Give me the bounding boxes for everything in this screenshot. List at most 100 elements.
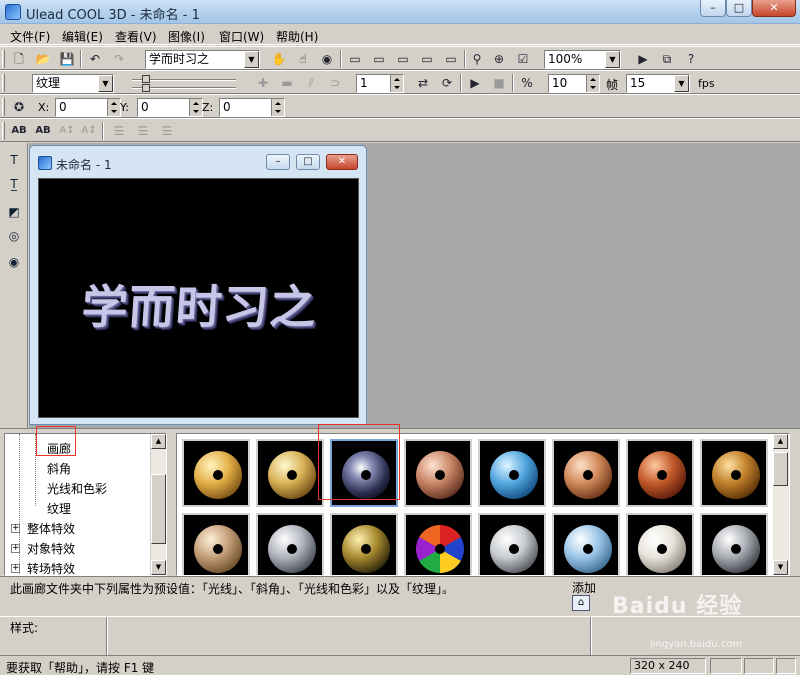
remove-icon[interactable]: ▬	[278, 74, 296, 92]
position-tool-icon[interactable]: ✪	[10, 98, 28, 116]
object-manager-icon[interactable]: ◉	[5, 253, 23, 271]
menu-file[interactable]: 文件(F)	[10, 28, 50, 45]
doc-close-button[interactable]: ✕	[326, 154, 358, 170]
play-preview-icon[interactable]: ▶	[634, 50, 652, 68]
insert-shape-icon[interactable]: ◩	[5, 203, 23, 221]
expand-icon[interactable]: +	[11, 524, 20, 533]
tree-item-gallery[interactable]: 画廊	[47, 440, 71, 457]
hand-icon[interactable]: ✋	[270, 50, 288, 68]
scroll-down-icon[interactable]: ▼	[151, 560, 166, 575]
target-icon[interactable]: ◉	[318, 50, 336, 68]
thumbnail[interactable]	[478, 439, 546, 507]
y-field[interactable]: 0	[137, 98, 203, 117]
text-height-icon[interactable]: A↕	[58, 122, 76, 140]
fps-select[interactable]: 15 ▼	[626, 74, 690, 93]
refresh-icon[interactable]: ⟳	[438, 74, 456, 92]
play-icon[interactable]: ▶	[466, 74, 484, 92]
menu-image[interactable]: 图像(I)	[168, 28, 205, 45]
globe-icon[interactable]: ⊕	[490, 50, 508, 68]
loop-icon[interactable]: ⇄	[414, 74, 432, 92]
align-left-icon[interactable]: ☰	[110, 122, 128, 140]
toolbar-grip[interactable]	[2, 74, 5, 92]
wand-icon[interactable]: ⚲	[468, 50, 486, 68]
tree-item-transition-fx[interactable]: 转场特效	[27, 560, 75, 575]
maximize-button[interactable]: □	[726, 0, 752, 17]
intensity-sliders[interactable]	[126, 74, 246, 92]
tree-item-bevel[interactable]: 斜角	[47, 460, 71, 477]
undo-icon[interactable]: ↶	[86, 50, 104, 68]
thumbnail[interactable]	[256, 513, 324, 575]
z-field[interactable]: 0	[219, 98, 285, 117]
scroll-up-icon[interactable]: ▲	[151, 434, 166, 449]
tree-scrollbar[interactable]: ▲ ▼	[150, 434, 166, 575]
slider-thumb[interactable]	[142, 84, 150, 92]
align-center-icon[interactable]: ☰	[134, 122, 152, 140]
open-folder-icon[interactable]: 📂	[34, 50, 52, 68]
thumbnail[interactable]	[330, 513, 398, 575]
thumbnail[interactable]	[552, 439, 620, 507]
rotate-hand-icon[interactable]: ☝	[294, 50, 312, 68]
thumbnail[interactable]	[700, 439, 768, 507]
text-spacing-icon[interactable]: AB	[10, 122, 28, 140]
thumbnail[interactable]	[256, 439, 324, 507]
menu-help[interactable]: 帮助(H)	[276, 28, 318, 45]
add-icon[interactable]: ✚	[254, 74, 272, 92]
thumbnail[interactable]	[552, 513, 620, 575]
toolbar-grip[interactable]	[2, 122, 5, 140]
stop-icon[interactable]: ■	[490, 74, 508, 92]
edit-text-icon[interactable]: T̲	[5, 175, 23, 193]
thumbnail[interactable]	[478, 513, 546, 575]
insert-text-icon[interactable]: T	[5, 151, 23, 169]
menu-window[interactable]: 窗口(W)	[219, 28, 264, 45]
tree-item-light-color[interactable]: 光线和色彩	[47, 480, 107, 497]
save-icon[interactable]: 💾	[58, 50, 76, 68]
thumbnail[interactable]	[626, 439, 694, 507]
tree-item-object-fx[interactable]: 对象特效	[27, 540, 75, 557]
redo-icon[interactable]: ↷	[110, 50, 128, 68]
text-spacing-tight-icon[interactable]: AB	[34, 122, 52, 140]
view-top-icon[interactable]: ▭	[370, 50, 388, 68]
stepper-buttons[interactable]	[271, 99, 284, 116]
thumbnail[interactable]	[182, 439, 250, 507]
thumbnail-selected[interactable]	[330, 439, 398, 507]
scroll-thumb[interactable]	[151, 474, 166, 544]
menu-edit[interactable]: 编辑(E)	[62, 28, 103, 45]
export-icon[interactable]: ⧉	[658, 50, 676, 68]
render-canvas[interactable]: 学而时习之	[38, 178, 359, 418]
toolbar-grip[interactable]	[2, 98, 5, 116]
add-to-gallery-icon[interactable]: ⌂	[572, 595, 590, 611]
stepper-buttons[interactable]	[189, 99, 202, 116]
doc-maximize-button[interactable]: □	[296, 154, 320, 170]
check-box-icon[interactable]: ☑	[514, 50, 532, 68]
new-file-icon[interactable]: 🗋	[10, 50, 28, 68]
thumbnail[interactable]	[626, 513, 694, 575]
menu-view[interactable]: 查看(V)	[115, 28, 157, 45]
gallery-scrollbar[interactable]: ▲ ▼	[773, 434, 789, 575]
slider-thumb[interactable]	[142, 75, 150, 83]
zoom-select[interactable]: 100% ▼	[544, 50, 621, 69]
attribute-select[interactable]: 纹理 ▼	[32, 74, 114, 93]
frame-stepper[interactable]: 1	[356, 74, 404, 93]
view-front-icon[interactable]: ▭	[346, 50, 364, 68]
reverse-icon[interactable]: ⊃	[326, 74, 344, 92]
x-field[interactable]: 0	[55, 98, 121, 117]
view-persp-icon[interactable]: ▭	[442, 50, 460, 68]
edit-shape-icon[interactable]: ◎	[5, 227, 23, 245]
chevron-down-icon[interactable]: ▼	[98, 75, 113, 92]
doc-minimize-button[interactable]: –	[266, 154, 290, 170]
percent-icon[interactable]: %	[518, 74, 536, 92]
help-pointer-icon[interactable]: ?	[682, 50, 700, 68]
chevron-down-icon[interactable]: ▼	[605, 51, 620, 68]
minimize-button[interactable]: –	[700, 0, 726, 17]
tree-item-global-fx[interactable]: 整体特效	[27, 520, 75, 537]
frame-count-stepper[interactable]: 10	[548, 74, 600, 93]
expand-icon[interactable]: +	[11, 544, 20, 553]
scroll-thumb[interactable]	[773, 452, 788, 486]
tree-item-texture[interactable]: 纹理	[47, 500, 71, 517]
view-back-icon[interactable]: ▭	[418, 50, 436, 68]
stepper-buttons[interactable]	[107, 99, 120, 116]
object-select[interactable]: 学而时习之 ▼	[145, 50, 260, 69]
thumbnail[interactable]	[404, 513, 472, 575]
text-height-small-icon[interactable]: A↕	[80, 122, 98, 140]
align-right-icon[interactable]: ☰	[158, 122, 176, 140]
